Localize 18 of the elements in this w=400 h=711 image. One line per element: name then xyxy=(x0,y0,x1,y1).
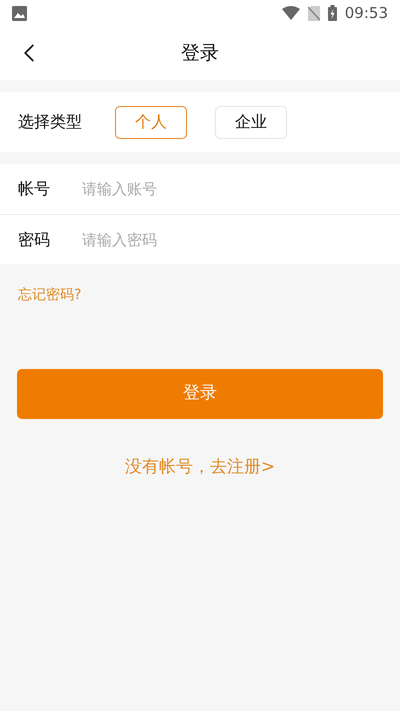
status-time: 09:53 xyxy=(344,2,388,24)
battery-charging-icon xyxy=(328,5,337,21)
type-option[interactable]: 企业 xyxy=(215,106,287,138)
input-field[interactable]: 请输入密码 xyxy=(82,222,382,258)
login-button[interactable]: 登录 xyxy=(17,369,383,419)
register-link[interactable]: 没有帐号，去注册> xyxy=(124,455,276,480)
type-option[interactable]: 个人 xyxy=(115,106,187,138)
field-label: 密码 xyxy=(18,228,51,250)
no-sim-icon xyxy=(308,6,320,20)
input-field[interactable]: 请输入账号 xyxy=(82,171,382,207)
forgot-password-link[interactable]: 忘记密码? xyxy=(18,287,82,303)
image-icon xyxy=(12,6,27,20)
field-label: 帐号 xyxy=(18,178,51,200)
form-row[interactable]: 密码 请输入密码 xyxy=(0,214,400,264)
page-title: 登录 xyxy=(181,40,219,66)
wifi-icon xyxy=(282,6,300,20)
type-label: 选择类型 xyxy=(18,111,83,133)
form-row[interactable]: 帐号 请输入账号 xyxy=(0,164,400,214)
